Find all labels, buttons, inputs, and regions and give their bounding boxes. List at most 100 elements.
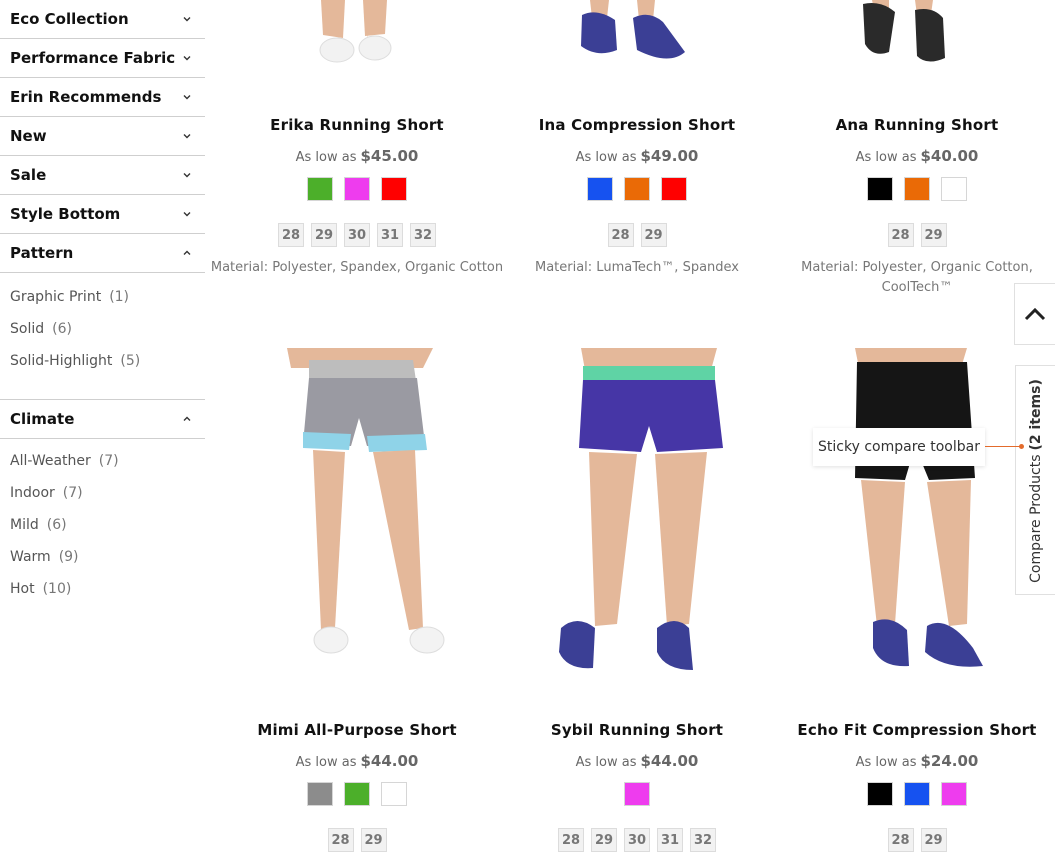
color-swatch[interactable] — [307, 177, 333, 201]
size-option[interactable]: 29 — [360, 828, 387, 852]
color-swatch[interactable] — [344, 177, 370, 201]
product-name-link[interactable]: Echo Fit Compression Short — [777, 721, 1055, 739]
product-image-erika[interactable] — [217, 0, 497, 80]
filter-title: Sale — [10, 166, 47, 184]
size-option[interactable]: 32 — [690, 828, 716, 852]
size-option[interactable]: 28 — [278, 223, 304, 247]
color-swatch[interactable] — [381, 782, 407, 806]
product-name-link[interactable]: Erika Running Short — [217, 116, 497, 134]
size-options: 28 29 — [497, 223, 777, 247]
filter-option[interactable]: Hot (10) — [10, 573, 205, 605]
filter-option-count: (7) — [62, 485, 83, 501]
size-option[interactable]: 29 — [640, 223, 667, 247]
product-price: As low as $24.00 — [777, 752, 1055, 770]
filter-option[interactable]: Mild (6) — [10, 509, 205, 541]
color-swatch[interactable] — [661, 177, 687, 201]
tooltip-connector — [985, 446, 1021, 447]
product-image-mimi[interactable] — [217, 348, 497, 678]
color-swatch[interactable] — [941, 782, 967, 806]
size-option[interactable]: 28 — [887, 828, 914, 852]
filter-title: Style Bottom — [10, 205, 121, 223]
color-swatch[interactable] — [624, 782, 650, 806]
product-image-ina[interactable] — [497, 0, 777, 80]
size-option[interactable]: 28 — [327, 828, 354, 852]
size-option[interactable]: 30 — [624, 828, 650, 852]
filter-eco-collection-toggle[interactable]: Eco Collection — [0, 0, 205, 39]
price-prefix: As low as — [295, 755, 357, 770]
product-image-sybil[interactable] — [497, 348, 777, 678]
filter-sidebar: Eco Collection Performance Fabric Erin Rec… — [0, 0, 205, 605]
size-option[interactable]: 29 — [920, 828, 947, 852]
filter-option[interactable]: Solid (6) — [10, 313, 205, 345]
filter-option-count: (6) — [46, 517, 67, 533]
product-material: Material: LumaTech™, Spandex — [534, 260, 739, 275]
color-swatch[interactable] — [867, 177, 893, 201]
filter-option[interactable]: Warm (9) — [10, 541, 205, 573]
size-options: 28 29 30 31 32 — [217, 223, 497, 247]
filter-option[interactable]: Graphic Print (1) — [10, 281, 205, 313]
size-option[interactable]: 29 — [920, 223, 947, 247]
chevron-up-icon — [183, 249, 191, 257]
chevron-down-icon — [183, 54, 191, 62]
size-option[interactable]: 31 — [657, 828, 683, 852]
product-name-link[interactable]: Ina Compression Short — [497, 116, 777, 134]
filter-option-label: Graphic Print — [10, 289, 102, 305]
filter-new-toggle[interactable]: New — [0, 117, 205, 156]
size-option[interactable]: 28 — [607, 223, 634, 247]
filter-title: Pattern — [10, 244, 74, 262]
compare-label-text: Compare Products — [1028, 454, 1044, 583]
pattern-options: Graphic Print (1) Solid (6) Solid-Highlight (… — [0, 273, 205, 399]
filter-option-label: All-Weather — [10, 453, 91, 469]
product-price: As low as $45.00 — [217, 147, 497, 165]
color-swatch[interactable] — [867, 782, 893, 806]
color-swatch[interactable] — [624, 177, 650, 201]
price-amount: $44.00 — [360, 752, 419, 770]
product-price: As low as $44.00 — [217, 752, 497, 770]
filter-option[interactable]: Indoor (7) — [10, 477, 205, 509]
product-price: As low as $44.00 — [497, 752, 777, 770]
compare-products-toolbar[interactable]: Compare Products (2 items) — [1015, 365, 1055, 595]
color-swatch[interactable] — [941, 177, 967, 201]
filter-option-label: Hot — [10, 581, 35, 597]
product-name-link[interactable]: Mimi All-Purpose Short — [217, 721, 497, 739]
filter-option[interactable]: Solid-Highlight (5) — [10, 345, 205, 377]
size-option[interactable]: 28 — [887, 223, 914, 247]
color-swatch[interactable] — [904, 782, 930, 806]
product-image-ana[interactable] — [777, 0, 1055, 80]
climate-options: All-Weather (7) Indoor (7) Mild (6) Warm (9) Hot… — [0, 439, 205, 605]
product-material: Material: Polyester, Organic Cotton, Coo… — [801, 260, 1033, 295]
size-option[interactable]: 28 — [558, 828, 584, 852]
size-option[interactable]: 29 — [311, 223, 337, 247]
size-option[interactable]: 32 — [410, 223, 436, 247]
color-swatch[interactable] — [587, 177, 613, 201]
filter-option-label: Mild — [10, 517, 39, 533]
chevron-down-icon — [183, 93, 191, 101]
filter-sale-toggle[interactable]: Sale — [0, 156, 205, 195]
size-options: 28 29 — [777, 223, 1055, 247]
size-options: 28 29 — [777, 828, 1055, 852]
filter-style-bottom-toggle[interactable]: Style Bottom — [0, 195, 205, 234]
scroll-to-top-button[interactable] — [1014, 283, 1055, 345]
filter-title: Eco Collection — [10, 10, 129, 28]
filter-erin-recommends-toggle[interactable]: Erin Recommends — [0, 78, 205, 117]
filter-option[interactable]: All-Weather (7) — [10, 445, 205, 477]
product-name-link[interactable]: Ana Running Short — [777, 116, 1055, 134]
product-image-echo[interactable] — [777, 348, 1055, 678]
filter-option-label: Solid-Highlight — [10, 353, 113, 369]
color-swatch[interactable] — [381, 177, 407, 201]
price-amount: $40.00 — [920, 147, 979, 165]
size-option[interactable]: 29 — [591, 828, 617, 852]
color-swatches — [777, 177, 1055, 201]
color-swatch[interactable] — [904, 177, 930, 201]
filter-performance-fabric-toggle[interactable]: Performance Fabric — [0, 39, 205, 78]
filter-pattern-toggle[interactable]: Pattern — [0, 234, 205, 273]
color-swatch[interactable] — [307, 782, 333, 806]
product-name-link[interactable]: Sybil Running Short — [497, 721, 777, 739]
size-option[interactable]: 31 — [377, 223, 403, 247]
price-prefix: As low as — [855, 755, 917, 770]
filter-climate-toggle[interactable]: Climate — [0, 399, 205, 439]
color-swatch[interactable] — [344, 782, 370, 806]
price-prefix: As low as — [575, 755, 637, 770]
size-option[interactable]: 30 — [344, 223, 370, 247]
color-swatches — [777, 782, 1055, 806]
